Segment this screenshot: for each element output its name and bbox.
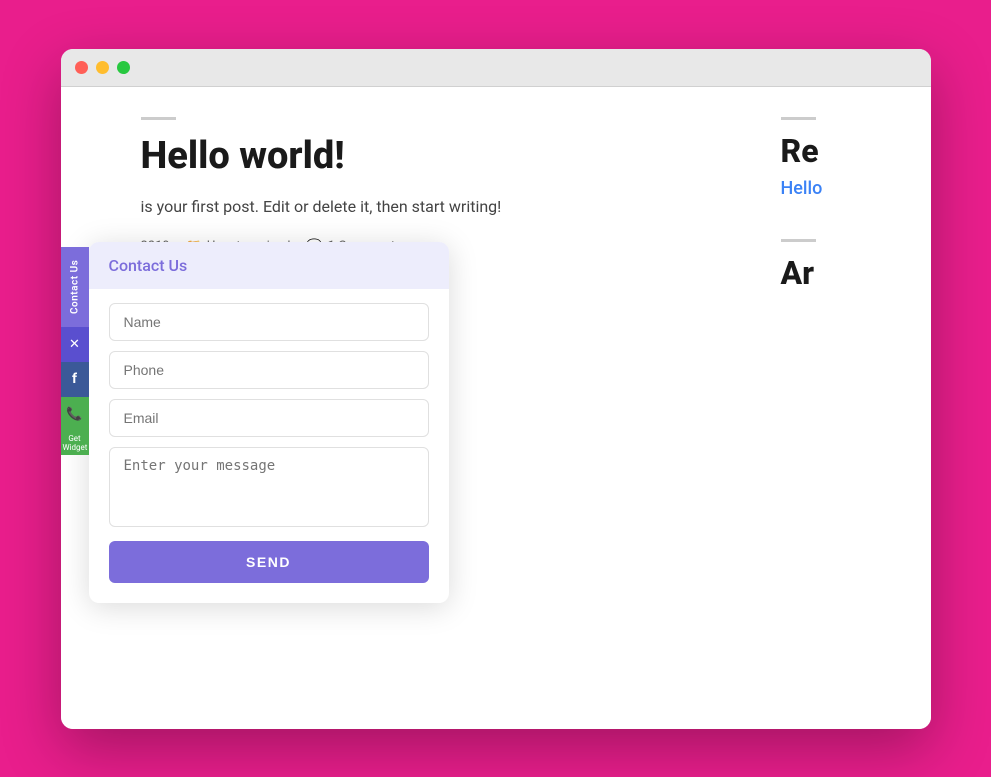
right-divider-1 — [781, 117, 816, 120]
name-input[interactable] — [109, 303, 429, 341]
phone-icon: 📞 — [66, 407, 82, 422]
phone-input[interactable] — [109, 351, 429, 389]
facebook-tab[interactable]: f — [61, 362, 89, 397]
right-content: Re Hello Ar — [771, 87, 931, 729]
contact-popup-title: Contact Us — [109, 256, 188, 275]
post-title: Hello world! — [141, 134, 721, 178]
contact-us-tab[interactable]: Contact Us — [61, 247, 89, 327]
phone-tab[interactable]: 📞 — [61, 397, 89, 432]
post-divider — [141, 117, 176, 120]
post-excerpt: is your first post. Edit or delete it, t… — [141, 194, 721, 220]
side-widget: Contact Us ✕ f 📞 Get Widget — [61, 247, 89, 455]
email-input[interactable] — [109, 399, 429, 437]
maximize-button[interactable] — [117, 61, 130, 74]
browser-content: Contact Us ✕ f 📞 Get Widget Contact Us — [61, 87, 931, 729]
close-button[interactable] — [75, 61, 88, 74]
facebook-icon: f — [72, 371, 77, 387]
contact-popup-header: Contact Us — [89, 242, 449, 289]
share-icon: ✕ — [69, 337, 80, 352]
browser-titlebar — [61, 49, 931, 87]
contact-popup: Contact Us SEND — [89, 242, 449, 603]
browser-window: Contact Us ✕ f 📞 Get Widget Contact Us — [61, 49, 931, 729]
send-button[interactable]: SEND — [109, 541, 429, 583]
minimize-button[interactable] — [96, 61, 109, 74]
right-section-title-2: Ar — [781, 254, 911, 292]
right-section-title: Re — [781, 132, 911, 170]
widget-label: Get Widget — [61, 432, 89, 455]
side-widget-tabs: Contact Us ✕ f 📞 Get Widget — [61, 247, 89, 455]
share-tab[interactable]: ✕ — [61, 327, 89, 362]
contact-popup-body: SEND — [89, 289, 449, 603]
right-divider-2 — [781, 239, 816, 242]
right-link[interactable]: Hello — [781, 178, 823, 199]
message-input[interactable] — [109, 447, 429, 527]
